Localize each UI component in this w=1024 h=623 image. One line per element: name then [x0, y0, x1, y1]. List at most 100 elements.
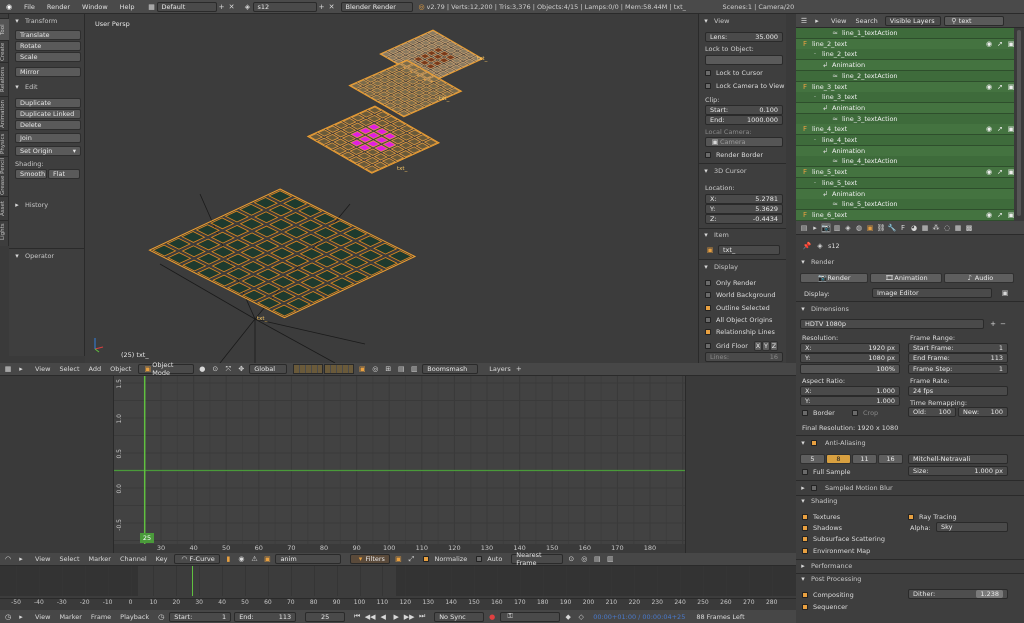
tool-tab-lights[interactable]: Lights: [0, 220, 9, 242]
more-tab-icon[interactable]: ▦: [953, 223, 963, 233]
visibility-eye-icon[interactable]: ◉: [984, 210, 994, 220]
selectable-arrow-icon[interactable]: ➚: [995, 124, 1005, 134]
translate-button[interactable]: Translate: [15, 30, 81, 40]
selectable-arrow-icon[interactable]: ➚: [995, 167, 1005, 177]
render-tab-icon[interactable]: 📷: [821, 222, 831, 233]
outliner-scrollbar[interactable]: [1017, 30, 1021, 216]
smooth-button[interactable]: Smooth: [15, 169, 47, 179]
anti-aliasing-checkbox[interactable]: [811, 440, 817, 446]
action-field[interactable]: anim: [275, 554, 342, 564]
dither-field[interactable]: Dither: 1.238: [908, 589, 1008, 599]
orientation-select[interactable]: Global: [249, 364, 288, 374]
data-tab-icon[interactable]: F: [898, 223, 908, 233]
transform-panel-header[interactable]: ▾ Transform: [12, 16, 57, 26]
view-menu[interactable]: View: [831, 17, 846, 25]
aa-samples-11[interactable]: 11: [852, 454, 877, 464]
remove-layout-icon[interactable]: ✕: [227, 2, 237, 12]
crop-checkbox[interactable]: Crop: [852, 409, 878, 417]
outliner-row[interactable]: Fline_6_text ◉ ➚ ▣: [796, 209, 1016, 221]
grid-floor-checkbox[interactable]: Grid Floor X Y Z: [705, 341, 778, 351]
graph-editor[interactable]: 1.5 1.0 0.5 0.0 -0.5 30 40 50 60 70 80 90 100 110 120…: [0, 376, 796, 553]
sampled-motion-blur-panel-header[interactable]: ▸ Sampled Motion Blur: [798, 483, 893, 493]
sort-icon[interactable]: ⤢: [406, 554, 416, 564]
filter-size-field[interactable]: Size: 1.000 px: [908, 466, 1008, 476]
marker-menu[interactable]: Marker: [89, 555, 111, 563]
aspect-y-field[interactable]: Y: 1.000: [800, 396, 900, 406]
object-tab-icon[interactable]: ▣: [865, 223, 875, 233]
channel-region[interactable]: [0, 376, 114, 553]
outliner-row[interactable]: ↲ Animation: [796, 60, 1014, 72]
cursor-x-field[interactable]: X: 5.2781: [705, 194, 783, 204]
menu-toggle-icon[interactable]: ▸: [16, 364, 26, 374]
object-menu[interactable]: Object: [110, 365, 131, 373]
outliner-row[interactable]: ↲ Animation: [796, 102, 1014, 114]
tool-tab-grease-pencil[interactable]: Grease Pencil: [0, 156, 9, 196]
scene-select[interactable]: s12: [252, 1, 317, 12]
shadows-checkbox[interactable]: Shadows: [802, 524, 842, 532]
render-engine-select[interactable]: Blender Render: [340, 1, 413, 12]
renderable-camera-icon[interactable]: ▣: [1006, 124, 1016, 134]
start-frame-field[interactable]: Start Frame: 1: [908, 343, 1008, 353]
shading-mode-icon[interactable]: ●: [197, 364, 207, 374]
preview-range-icon[interactable]: ◷: [156, 612, 166, 622]
jump-end-icon[interactable]: ⏭: [417, 612, 427, 622]
editor-type-icon[interactable]: ◠: [3, 554, 13, 564]
blender-logo-icon[interactable]: ◉: [4, 2, 14, 12]
menu-toggle-icon[interactable]: ▸: [16, 612, 26, 622]
render-border-checkbox[interactable]: Render Border: [705, 151, 763, 159]
outliner-row[interactable]: Fline_5_text ◉ ➚ ▣: [796, 167, 1014, 179]
border-checkbox[interactable]: Border: [802, 409, 835, 417]
timeline-playhead[interactable]: [192, 566, 193, 596]
outliner-row[interactable]: ≈ line_3_textAction: [796, 113, 1014, 125]
resolution-x-field[interactable]: X: 1920 px: [800, 343, 900, 353]
filters-button[interactable]: ▾ Filters: [350, 554, 391, 564]
resolution-y-field[interactable]: Y: 1080 px: [800, 353, 900, 363]
textures-checkbox[interactable]: Textures: [802, 513, 840, 521]
outline-selected-checkbox[interactable]: Outline Selected: [705, 304, 770, 312]
dimensions-panel-header[interactable]: ▾ Dimensions: [798, 304, 849, 314]
edit-panel-header[interactable]: ▾ Edit: [12, 82, 37, 92]
selectable-arrow-icon[interactable]: ➚: [995, 210, 1005, 220]
remove-scene-icon[interactable]: ✕: [327, 2, 337, 12]
add-menu[interactable]: Add: [89, 365, 102, 373]
clip-start-field[interactable]: Start: 0.100: [705, 105, 783, 115]
world-background-checkbox[interactable]: World Background: [705, 291, 775, 299]
end-frame-field[interactable]: End Frame: 113: [908, 353, 1008, 363]
editor-type-icon[interactable]: ◷: [3, 612, 13, 622]
aa-samples-16[interactable]: 16: [878, 454, 903, 464]
end-frame-field[interactable]: End: 113: [234, 611, 297, 622]
snap-mode-select[interactable]: Nearest Frame: [511, 551, 564, 567]
outliner-row[interactable]: ≈ line_1_textAction: [796, 28, 1014, 39]
editor-type-icon[interactable]: ☰: [799, 16, 809, 26]
record-icon[interactable]: ●: [487, 612, 497, 622]
menu-window[interactable]: Window: [82, 3, 108, 11]
marker-menu[interactable]: Marker: [59, 613, 81, 621]
layout-select[interactable]: Default: [156, 1, 217, 12]
world-tab-icon[interactable]: ◍: [854, 223, 864, 233]
lock-interface-icon[interactable]: ▣: [1000, 288, 1010, 298]
renderable-camera-icon[interactable]: ▣: [1006, 210, 1016, 220]
display-panel-header[interactable]: ▾ Display: [701, 262, 738, 272]
compositing-checkbox[interactable]: Compositing: [802, 591, 854, 599]
physics-tab-icon[interactable]: ◌: [942, 223, 952, 233]
view-menu[interactable]: View: [35, 613, 50, 621]
show-hidden-icon[interactable]: ◉: [236, 554, 246, 564]
scene-icon[interactable]: ◈: [243, 2, 253, 12]
key-menu[interactable]: Key: [156, 555, 168, 563]
display-mode-select[interactable]: Visible Layers: [884, 15, 941, 26]
frame-step-field[interactable]: Frame Step: 1: [908, 364, 1008, 374]
join-button[interactable]: Join: [15, 133, 81, 143]
visibility-eye-icon[interactable]: ◉: [984, 167, 994, 177]
post-processing-panel-header[interactable]: ▾ Post Processing: [798, 574, 861, 584]
channel-menu[interactable]: Channel: [120, 555, 147, 563]
outliner-row[interactable]: ≈ line_2_textAction: [796, 70, 1014, 82]
select-menu[interactable]: Select: [59, 365, 79, 373]
search-menu[interactable]: Search: [855, 17, 877, 25]
frame-rate-select[interactable]: 24 fps: [908, 386, 1008, 396]
play-icon[interactable]: ▶: [391, 612, 401, 622]
display-select[interactable]: Image Editor: [872, 288, 992, 298]
subsurface-scattering-checkbox[interactable]: Subsurface Scattering: [802, 535, 885, 543]
tool-tab-create[interactable]: Create: [0, 40, 9, 62]
proportional-edit-icon[interactable]: ◎: [370, 364, 380, 374]
material-tab-icon[interactable]: ◕: [909, 223, 919, 233]
